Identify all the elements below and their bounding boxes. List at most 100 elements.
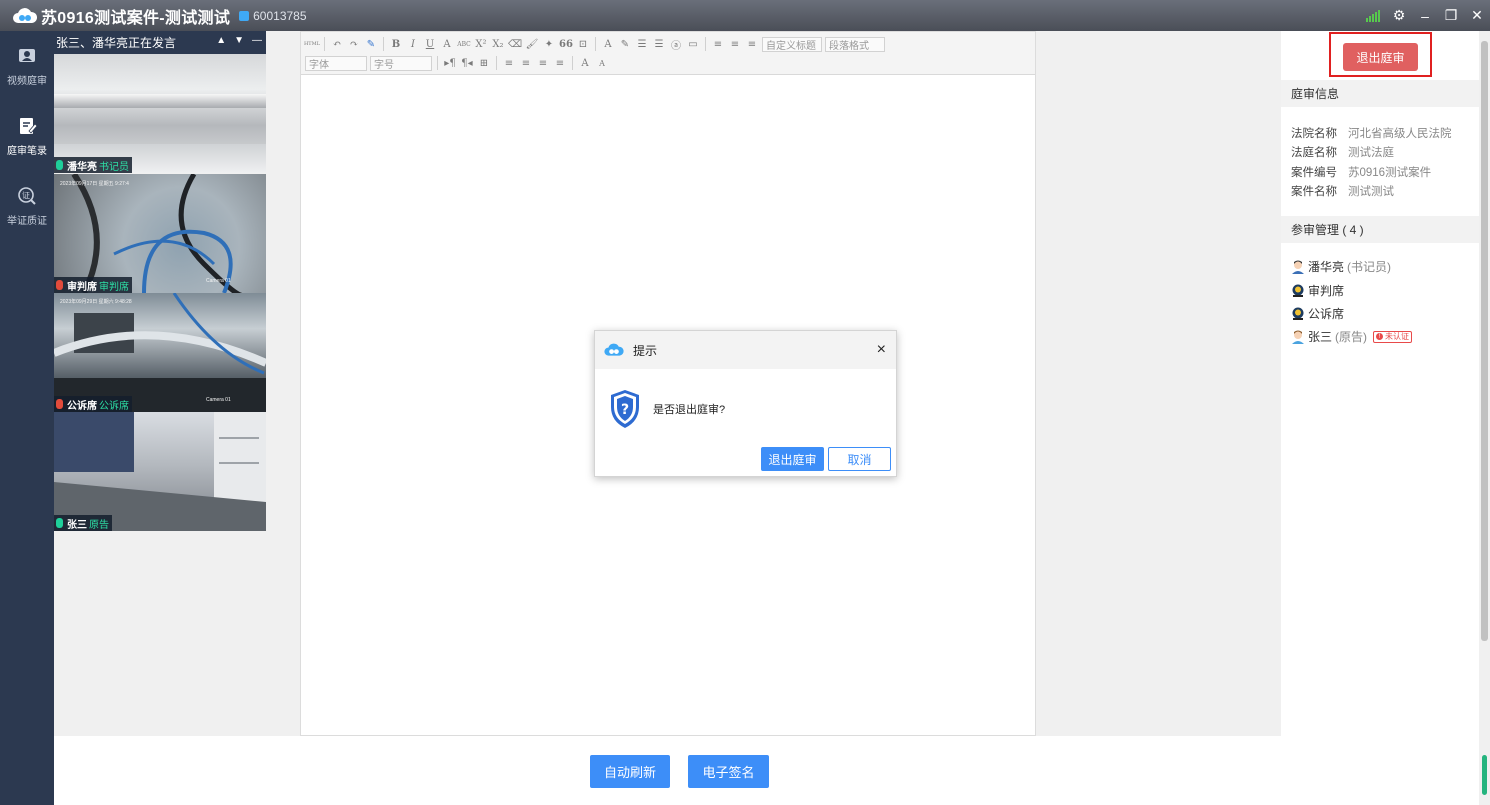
close-window-button[interactable]: ✕ — [1464, 7, 1490, 24]
ordered-list-button[interactable]: ☰ — [635, 37, 649, 51]
dialog-title: 提示 — [633, 343, 658, 358]
video-tile[interactable]: 2023年09月17日 星期五 9:27:4 Camera 01 审判席 审判席 — [54, 174, 266, 293]
bold-button[interactable]: B — [389, 37, 403, 51]
restore-button[interactable]: ❐ — [1438, 7, 1464, 24]
rtl-button[interactable]: ¶◂ — [460, 56, 474, 70]
clear-doc-button[interactable]: ▭ — [686, 37, 700, 51]
line-height-button[interactable]: ≡ — [745, 37, 759, 51]
page-scrollbar[interactable] — [1479, 31, 1490, 805]
participant-item[interactable]: 审判席 — [1291, 282, 1344, 299]
font-color-button[interactable]: A — [601, 37, 615, 51]
participant-role: 书记员 — [99, 161, 129, 173]
confirm-dialog: 提示 × ? 是否退出庭审? 退出庭审 取消 — [594, 330, 897, 477]
participant-item[interactable]: 公诉席 — [1291, 305, 1344, 322]
paste-plain-button[interactable]: ⊡ — [576, 37, 590, 51]
move-up-button[interactable]: ▲ — [216, 35, 226, 46]
confirm-exit-button[interactable]: 退出庭审 — [761, 447, 824, 471]
court-info-header: 庭审信息 — [1281, 80, 1479, 107]
ltr-button[interactable]: ▸¶ — [443, 56, 457, 70]
speaking-text: 张三、潘华亮正在发言 — [56, 36, 177, 50]
redo-button[interactable]: ↷ — [347, 37, 361, 51]
participant-role: (原告) — [1335, 330, 1368, 344]
video-tile[interactable]: 潘华亮 书记员 — [54, 54, 266, 173]
dialog-body: ? 是否退出庭审? — [595, 369, 896, 429]
scrollbar-thumb[interactable] — [1481, 41, 1488, 641]
unverified-badge: ! 未认证 — [1373, 330, 1413, 343]
paragraph-format-select[interactable]: 段落格式 — [825, 36, 885, 52]
settings-gear-icon[interactable]: ⚙ — [1386, 7, 1412, 24]
subscript-button[interactable]: X₂ — [491, 37, 505, 51]
svg-text:?: ? — [621, 402, 629, 418]
info-row: 法院名称 河北省高级人民法院 — [1291, 125, 1452, 141]
participant-name: 潘华亮 — [1308, 260, 1345, 274]
auto-refresh-button[interactable]: 自动刷新 — [590, 755, 670, 788]
select-all-button[interactable]: ⓐ — [669, 37, 683, 52]
move-down-button[interactable]: ▼ — [234, 35, 244, 46]
align-left-button[interactable]: ≡ — [502, 56, 516, 70]
unordered-list-button[interactable]: ☰ — [652, 37, 666, 51]
exit-button-highlight: 退出庭审 — [1329, 32, 1432, 77]
blockquote-button[interactable]: 66 — [559, 37, 573, 51]
format-painter-button[interactable]: ✎ — [364, 37, 378, 51]
video-frame — [54, 412, 266, 531]
video-frame — [54, 293, 266, 412]
video-timestamp: 2023年09月17日 星期五 9:27:4 — [60, 181, 129, 187]
mic-on-icon — [56, 518, 63, 528]
video-tile[interactable]: 2023年09月29日 星期六 9:48:28 Camera 01 公诉席 公诉… — [54, 293, 266, 412]
info-key: 法庭名称 — [1291, 147, 1337, 159]
collapse-button[interactable]: — — [252, 35, 262, 46]
nav-item-evidence[interactable]: 证 举证质证 — [0, 171, 54, 241]
underline-button[interactable]: U — [423, 37, 437, 51]
indent-button[interactable]: ⊞ — [477, 56, 491, 70]
toolbar-row-1: HTML ↶ ↷ ✎ B I U A ABC X² X₂ ⌫ 🖌 ✦ 66 ⊡ … — [304, 35, 885, 53]
custom-title-select[interactable]: 自定义标题 — [762, 36, 822, 52]
male-avatar-icon — [1292, 330, 1304, 344]
font-border-button[interactable]: A — [440, 37, 454, 51]
strikethrough-button[interactable]: ABC — [457, 37, 471, 51]
video-tile[interactable]: 张三 原告 — [54, 412, 266, 531]
participant-item[interactable]: 潘华亮 (书记员) — [1291, 258, 1391, 275]
room-icon — [239, 10, 250, 21]
participant-role: 公诉席 — [99, 400, 129, 412]
dialog-header: 提示 × — [595, 331, 896, 369]
tile-label: 审判席 审判席 — [54, 277, 132, 293]
left-navigation: 视频庭审 庭审笔录 证 举证质证 — [0, 31, 54, 805]
video-frame — [71, 174, 245, 293]
dialog-close-icon[interactable]: × — [877, 341, 886, 359]
cancel-button[interactable]: 取消 — [828, 447, 891, 471]
highlight-color-button[interactable]: ✎ — [618, 37, 632, 51]
row-spacing-top-button[interactable]: ≡ — [711, 37, 725, 51]
seat-avatar-icon — [1292, 284, 1304, 297]
row-spacing-bottom-button[interactable]: ≡ — [728, 37, 742, 51]
nav-item-video-trial[interactable]: 视频庭审 — [0, 31, 54, 101]
gutter — [1036, 31, 1281, 736]
uppercase-button[interactable]: A — [578, 56, 592, 70]
info-key: 案件编号 — [1291, 167, 1337, 179]
e-signature-button[interactable]: 电子签名 — [688, 755, 769, 788]
app-logo-icon — [13, 7, 38, 23]
font-size-select[interactable]: 字号 — [370, 55, 432, 71]
signal-strength-icon — [1366, 9, 1380, 22]
exit-trial-button[interactable]: 退出庭审 — [1343, 43, 1418, 71]
align-justify-button[interactable]: ≡ — [553, 56, 567, 70]
clear-format-button[interactable]: ⌫ — [508, 37, 522, 51]
nav-label: 举证质证 — [7, 215, 47, 227]
camera-label: Camera 01 — [206, 278, 231, 284]
info-row: 法庭名称 测试法庭 — [1291, 144, 1394, 160]
participant-item[interactable]: 张三 (原告) ! 未认证 — [1291, 328, 1413, 345]
auto-format-button[interactable]: 🖌 — [525, 37, 539, 51]
minimize-button[interactable]: – — [1412, 8, 1438, 24]
superscript-button[interactable]: X² — [474, 37, 488, 51]
lowercase-button[interactable]: A — [595, 56, 609, 70]
undo-button[interactable]: ↶ — [330, 37, 344, 51]
magic-format-button[interactable]: ✦ — [542, 37, 556, 51]
nav-item-trial-notes[interactable]: 庭审笔录 — [0, 101, 54, 171]
font-family-select[interactable]: 字体 — [305, 55, 367, 71]
participant-name: 审判席 — [67, 281, 97, 293]
nav-label: 庭审笔录 — [7, 145, 47, 157]
align-center-button[interactable]: ≡ — [519, 56, 533, 70]
italic-button[interactable]: I — [406, 37, 420, 51]
html-source-button[interactable]: HTML — [304, 37, 320, 51]
align-right-button[interactable]: ≡ — [536, 56, 550, 70]
alert-icon: ! — [1376, 333, 1384, 340]
